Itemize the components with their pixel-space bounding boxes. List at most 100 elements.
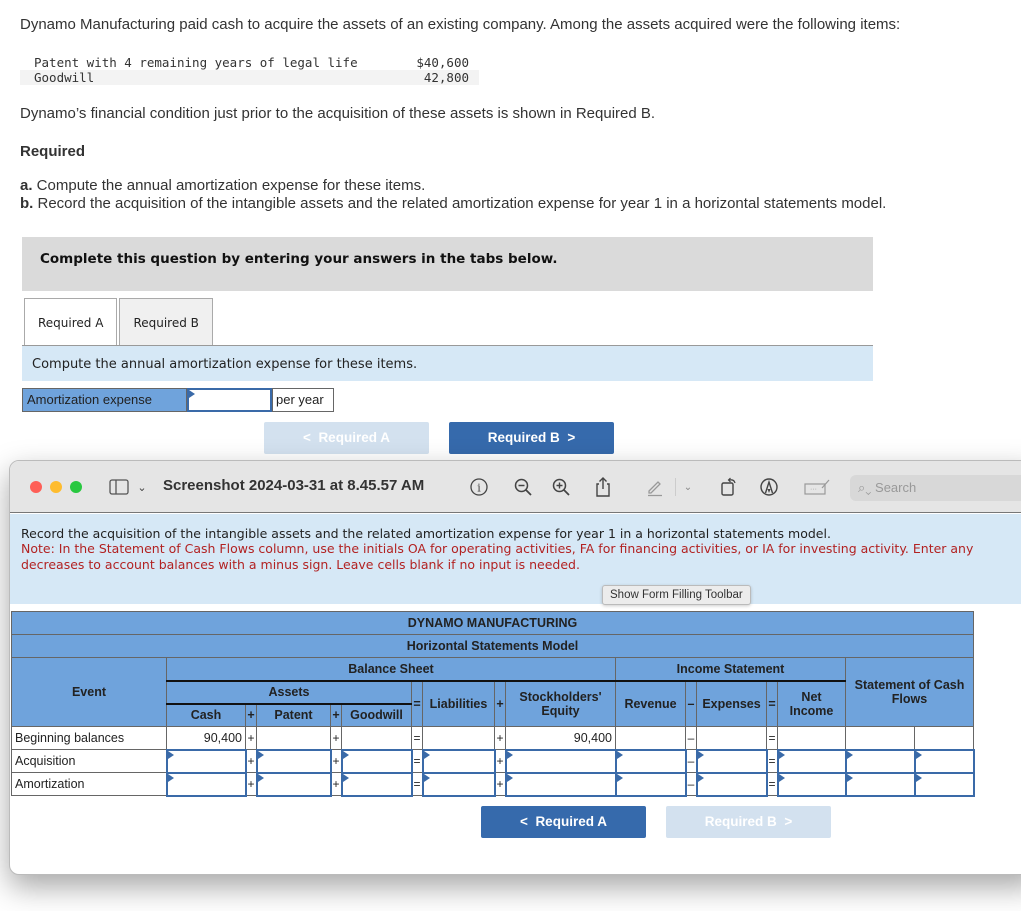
- net-income-input[interactable]: [776, 771, 847, 797]
- button-label: Required B: [704, 814, 777, 829]
- button-label: Required A: [535, 814, 607, 829]
- minimize-window-button[interactable]: [50, 481, 62, 493]
- company-name-header: DYNAMO MANUFACTURING: [11, 611, 974, 635]
- equity-input[interactable]: [504, 771, 617, 797]
- cash-input[interactable]: [165, 771, 247, 797]
- revenue-input[interactable]: [614, 748, 687, 774]
- horizontal-statements-table: DYNAMO MANUFACTURING Horizontal Statemen…: [11, 611, 975, 797]
- window-titlebar: ⌄ Screenshot 2024-03-31 at 8.45.57 AM i …: [10, 461, 1021, 513]
- patent-value: [256, 726, 331, 750]
- event-label: Beginning balances: [11, 726, 167, 750]
- expenses-input[interactable]: [695, 748, 768, 774]
- input-flag-icon: [342, 750, 349, 759]
- income-statement-header: Income Statement: [615, 657, 846, 681]
- sidebar-toggle-icon[interactable]: [108, 475, 130, 499]
- requirements-list: a. Compute the annual amortization expen…: [20, 177, 886, 213]
- patent-input[interactable]: [255, 748, 332, 774]
- share-icon[interactable]: [592, 475, 614, 499]
- input-flag-icon: [506, 773, 513, 782]
- cash-flow-activity-input[interactable]: [913, 771, 975, 797]
- rotate-icon[interactable]: [718, 475, 740, 499]
- patent-input[interactable]: [255, 771, 332, 797]
- input-flag-icon: [616, 750, 623, 759]
- cash-flows-header: Statement of Cash Flows: [845, 657, 974, 727]
- op-equals: =: [411, 726, 423, 750]
- cash-header: Cash: [166, 702, 246, 727]
- input-flag-icon: [915, 773, 922, 782]
- liabilities-input[interactable]: [421, 771, 496, 797]
- asset-value: 42,800: [423, 70, 469, 85]
- chevron-down-icon[interactable]: ⌄: [682, 475, 694, 499]
- svg-text:i: i: [477, 482, 481, 495]
- condition-text: Dynamo’s financial condition just prior …: [20, 105, 656, 122]
- input-flag-icon: [697, 750, 704, 759]
- op-equals: =: [766, 726, 778, 750]
- table-row-amortization: Amortization + + = + – =: [11, 771, 975, 797]
- table-row-acquisition: Acquisition + + = + – =: [11, 748, 975, 774]
- info-icon[interactable]: i: [468, 475, 490, 499]
- complete-prompt: Complete this question by entering your …: [40, 251, 558, 267]
- required-a-instruction-box: Compute the annual amortization expense …: [22, 345, 873, 381]
- op-equals: =: [411, 679, 423, 727]
- revenue-input[interactable]: [614, 771, 687, 797]
- op-plus: +: [494, 772, 506, 796]
- net-income-header: Net Income: [777, 679, 846, 727]
- zoom-window-button[interactable]: [70, 481, 82, 493]
- required-heading: Required: [20, 143, 86, 160]
- show-form-filling-toolbar-button[interactable]: Show Form Filling Toolbar: [602, 585, 751, 605]
- prev-required-a-button[interactable]: < Required A: [481, 806, 646, 838]
- form-filling-icon[interactable]: ···: [804, 475, 830, 499]
- required-a-instruction: Compute the annual amortization expense …: [32, 357, 418, 372]
- revenue-value: [615, 726, 686, 750]
- op-plus: +: [245, 726, 257, 750]
- op-plus: +: [245, 772, 257, 796]
- cash-flow-activity: [914, 726, 974, 750]
- button-label: Required B: [487, 430, 560, 445]
- cash-flow-amount: [845, 726, 915, 750]
- zoom-out-icon[interactable]: [512, 475, 534, 499]
- chevron-down-icon[interactable]: ⌄: [136, 475, 148, 499]
- input-flag-icon: [189, 390, 195, 398]
- op-plus: +: [245, 702, 257, 727]
- asset-name: Patent with 4 remaining years of legal l…: [34, 55, 358, 70]
- net-income-input[interactable]: [776, 748, 847, 774]
- cash-input[interactable]: [165, 748, 247, 774]
- op-plus: +: [330, 749, 342, 773]
- balance-sheet-header: Balance Sheet: [166, 657, 616, 681]
- goodwill-input[interactable]: [340, 748, 413, 774]
- cash-value: 90,400: [166, 726, 246, 750]
- search-icon: ⌕⌄: [858, 480, 876, 495]
- goodwill-input[interactable]: [340, 771, 413, 797]
- cash-flow-amount-input[interactable]: [844, 748, 916, 774]
- markup-icon[interactable]: [758, 475, 780, 499]
- liabilities-input[interactable]: [421, 748, 496, 774]
- goodwill-header: Goodwill: [341, 702, 412, 727]
- input-flag-icon: [342, 773, 349, 782]
- table-row-beginning-balances: Beginning balances 90,400 + + = + 90,400…: [11, 726, 974, 750]
- svg-text:···: ···: [810, 486, 817, 493]
- preview-window: ⌄ Screenshot 2024-03-31 at 8.45.57 AM i …: [9, 460, 1021, 875]
- cash-flow-activity-input[interactable]: [913, 748, 975, 774]
- op-plus: +: [330, 702, 342, 727]
- amortization-expense-input[interactable]: [187, 388, 272, 412]
- tab-required-a[interactable]: Required A: [24, 298, 118, 346]
- op-plus: +: [494, 726, 506, 750]
- expenses-input[interactable]: [695, 771, 768, 797]
- requirement-letter: a.: [20, 177, 33, 194]
- input-flag-icon: [846, 750, 853, 759]
- op-minus: –: [685, 772, 697, 796]
- amortization-expense-label: Amortization expense: [22, 388, 187, 412]
- equity-input[interactable]: [504, 748, 617, 774]
- cash-flow-amount-input[interactable]: [844, 771, 916, 797]
- zoom-in-icon[interactable]: [550, 475, 572, 499]
- next-required-b-button[interactable]: Required B >: [666, 806, 831, 838]
- input-flag-icon: [506, 750, 513, 759]
- prev-required-a-button[interactable]: < Required A: [264, 422, 429, 454]
- next-required-b-button[interactable]: Required B >: [449, 422, 614, 454]
- complete-prompt-box: Complete this question by entering your …: [22, 237, 873, 291]
- op-plus: +: [330, 726, 342, 750]
- search-input[interactable]: ⌕⌄ Search: [850, 475, 1021, 501]
- highlight-pen-icon[interactable]: [644, 475, 666, 499]
- close-window-button[interactable]: [30, 481, 42, 493]
- tab-required-b[interactable]: Required B: [119, 298, 213, 346]
